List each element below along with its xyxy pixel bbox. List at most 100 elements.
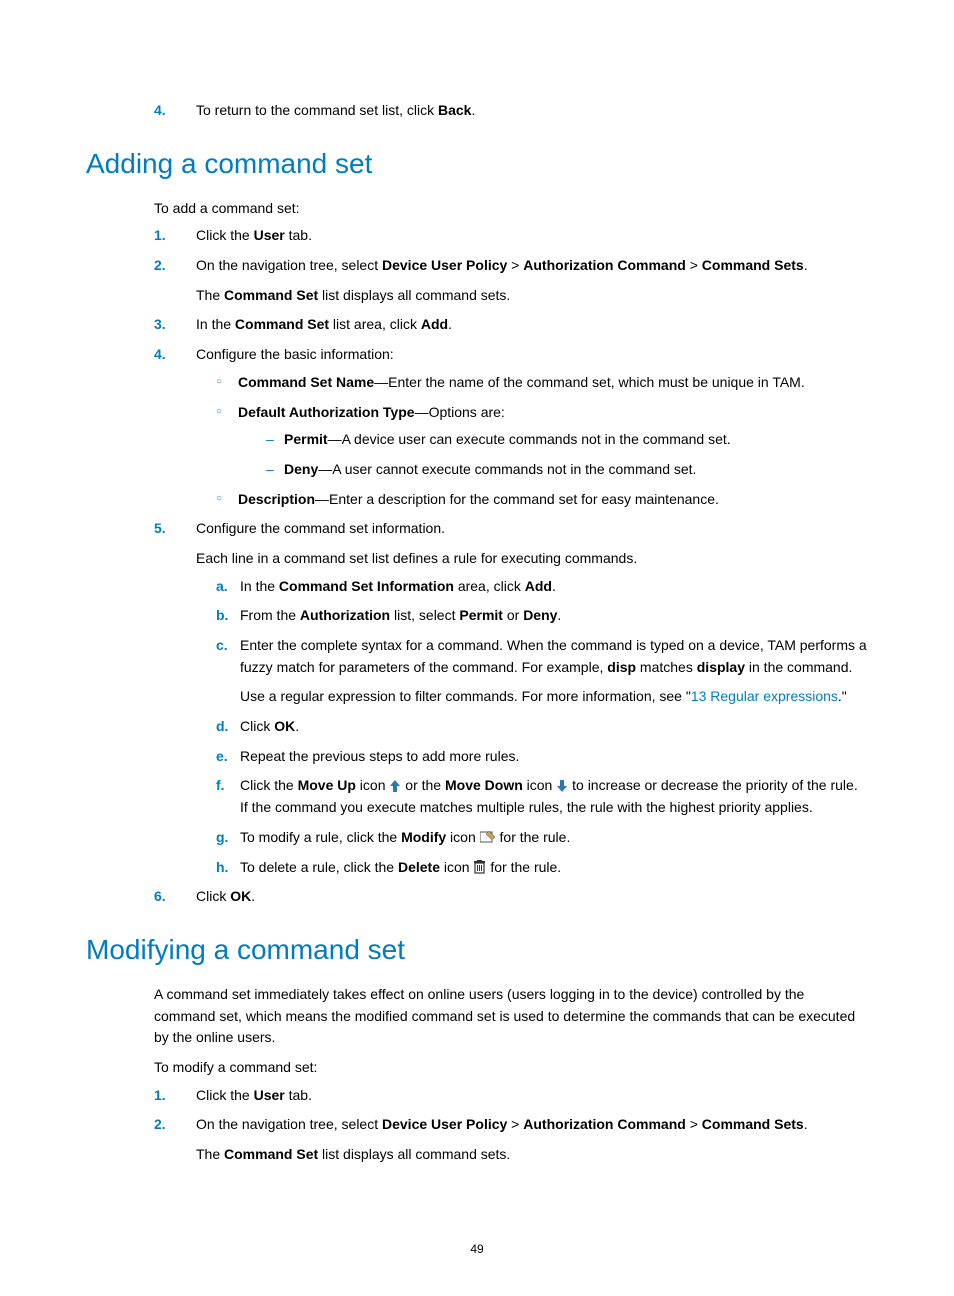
bold-text: Deny: [284, 461, 318, 477]
alpha-item: d. Click OK.: [216, 716, 868, 738]
list-text: Click: [240, 718, 274, 734]
list-text: To modify a rule, click the: [240, 829, 401, 845]
bold-text: Command Sets: [702, 1116, 804, 1132]
list-text: .: [251, 888, 255, 904]
list-text: Click the: [196, 227, 254, 243]
list-text: list area, click: [329, 316, 421, 332]
list-text: On the navigation tree, select: [196, 1116, 382, 1132]
page-number: 49: [0, 1242, 954, 1256]
list-text: —A device user can execute commands not …: [328, 431, 731, 447]
list-text: Configure the basic information:: [196, 346, 394, 362]
dash-list: Permit—A device user can execute command…: [238, 429, 868, 480]
bold-text: OK: [274, 718, 295, 734]
list-text: >: [686, 257, 702, 273]
list-text: To return to the command set list, click: [196, 102, 438, 118]
bold-text: Add: [525, 578, 552, 594]
list-item: 2. On the navigation tree, select Device…: [154, 1114, 868, 1165]
list-item: 4. To return to the command set list, cl…: [154, 100, 868, 122]
adding-steps: 1. Click the User tab. 2. On the navigat…: [86, 225, 868, 908]
bold-text: Permit: [284, 431, 328, 447]
bold-text: Modify: [401, 829, 446, 845]
alpha-marker: b.: [216, 605, 228, 627]
list-marker: 1.: [154, 225, 166, 247]
list-text: The: [196, 287, 224, 303]
document-page: 4. To return to the command set list, cl…: [0, 0, 954, 1296]
bold-text: Deny: [523, 607, 557, 623]
bold-text: Device User Policy: [382, 1116, 507, 1132]
bold-text: User: [254, 227, 285, 243]
list-item: 2. On the navigation tree, select Device…: [154, 255, 868, 306]
list-text: In the: [240, 578, 279, 594]
list-text: Click the: [240, 777, 298, 793]
bullet-item: Default Authorization Type—Options are: …: [216, 402, 868, 481]
list-text: in the command.: [745, 659, 852, 675]
bold-text: Command Set: [235, 316, 329, 332]
bold-text: Command Sets: [702, 257, 804, 273]
list-marker: 6.: [154, 886, 166, 908]
bullet-item: Description—Enter a description for the …: [216, 489, 868, 511]
list-text: >: [686, 1116, 702, 1132]
bold-text: Delete: [398, 859, 440, 875]
bold-text: Move Down: [445, 777, 523, 793]
dash-item: Deny—A user cannot execute commands not …: [266, 459, 868, 481]
bold-text: Command Set Name: [238, 374, 374, 390]
list-text: icon: [523, 777, 556, 793]
intro-text: To add a command set:: [86, 198, 868, 220]
alpha-item: e. Repeat the previous steps to add more…: [216, 746, 868, 768]
list-marker: 5.: [154, 518, 166, 540]
list-marker: 4.: [154, 100, 166, 122]
bold-text: display: [697, 659, 745, 675]
alpha-marker: c.: [216, 635, 228, 657]
alpha-list: a. In the Command Set Information area, …: [196, 576, 868, 879]
bold-text: Command Set: [224, 1146, 318, 1162]
list-text: tab.: [285, 227, 312, 243]
list-text: list displays all command sets.: [318, 1146, 510, 1162]
sub-paragraph: The Command Set list displays all comman…: [196, 1144, 868, 1166]
list-text: From the: [240, 607, 300, 623]
list-marker: 3.: [154, 314, 166, 336]
list-text: To delete a rule, click the: [240, 859, 398, 875]
list-text: Use a regular expression to filter comma…: [240, 688, 691, 704]
list-text: tab.: [285, 1087, 312, 1103]
bold-text: Command Set Information: [279, 578, 454, 594]
list-text: or: [503, 607, 523, 623]
sub-paragraph: Each line in a command set list defines …: [196, 548, 868, 570]
list-item: 1. Click the User tab.: [154, 1085, 868, 1107]
modifying-steps: 1. Click the User tab. 2. On the navigat…: [86, 1085, 868, 1166]
bold-text: Permit: [459, 607, 503, 623]
list-marker: 1.: [154, 1085, 166, 1107]
list-text: —A user cannot execute commands not in t…: [318, 461, 696, 477]
dash-item: Permit—A device user can execute command…: [266, 429, 868, 451]
list-item: 1. Click the User tab.: [154, 225, 868, 247]
regex-link[interactable]: 13 Regular expressions: [691, 688, 838, 704]
list-text: The: [196, 1146, 224, 1162]
list-text: .: [557, 607, 561, 623]
list-text: —Options are:: [415, 404, 505, 420]
list-text: list, select: [390, 607, 459, 623]
alpha-item: c. Enter the complete syntax for a comma…: [216, 635, 868, 708]
bullet-list: Command Set Name—Enter the name of the c…: [196, 372, 868, 510]
list-text: In the: [196, 316, 235, 332]
list-text: Click: [196, 888, 230, 904]
list-text: .: [295, 718, 299, 734]
list-text: On the navigation tree, select: [196, 257, 382, 273]
list-text: Repeat the previous steps to add more ru…: [240, 748, 519, 764]
list-text: matches: [636, 659, 697, 675]
section-heading-adding: Adding a command set: [86, 148, 868, 180]
bold-text: Authorization: [300, 607, 390, 623]
list-text: Configure the command set information.: [196, 520, 445, 536]
list-text: .: [804, 1116, 808, 1132]
list-text: .: [552, 578, 556, 594]
list-text: icon: [440, 859, 473, 875]
bold-text: Authorization Command: [523, 257, 686, 273]
list-item: 6. Click OK.: [154, 886, 868, 908]
alpha-item: a. In the Command Set Information area, …: [216, 576, 868, 598]
alpha-item: b. From the Authorization list, select P…: [216, 605, 868, 627]
bold-text: User: [254, 1087, 285, 1103]
alpha-item: f. Click the Move Up icon or the Move Do…: [216, 775, 868, 818]
list-text: icon: [356, 777, 389, 793]
continuation-list: 4. To return to the command set list, cl…: [86, 100, 868, 122]
move-up-icon: [389, 780, 401, 792]
bold-text: Device User Policy: [382, 257, 507, 273]
section-heading-modifying: Modifying a command set: [86, 934, 868, 966]
